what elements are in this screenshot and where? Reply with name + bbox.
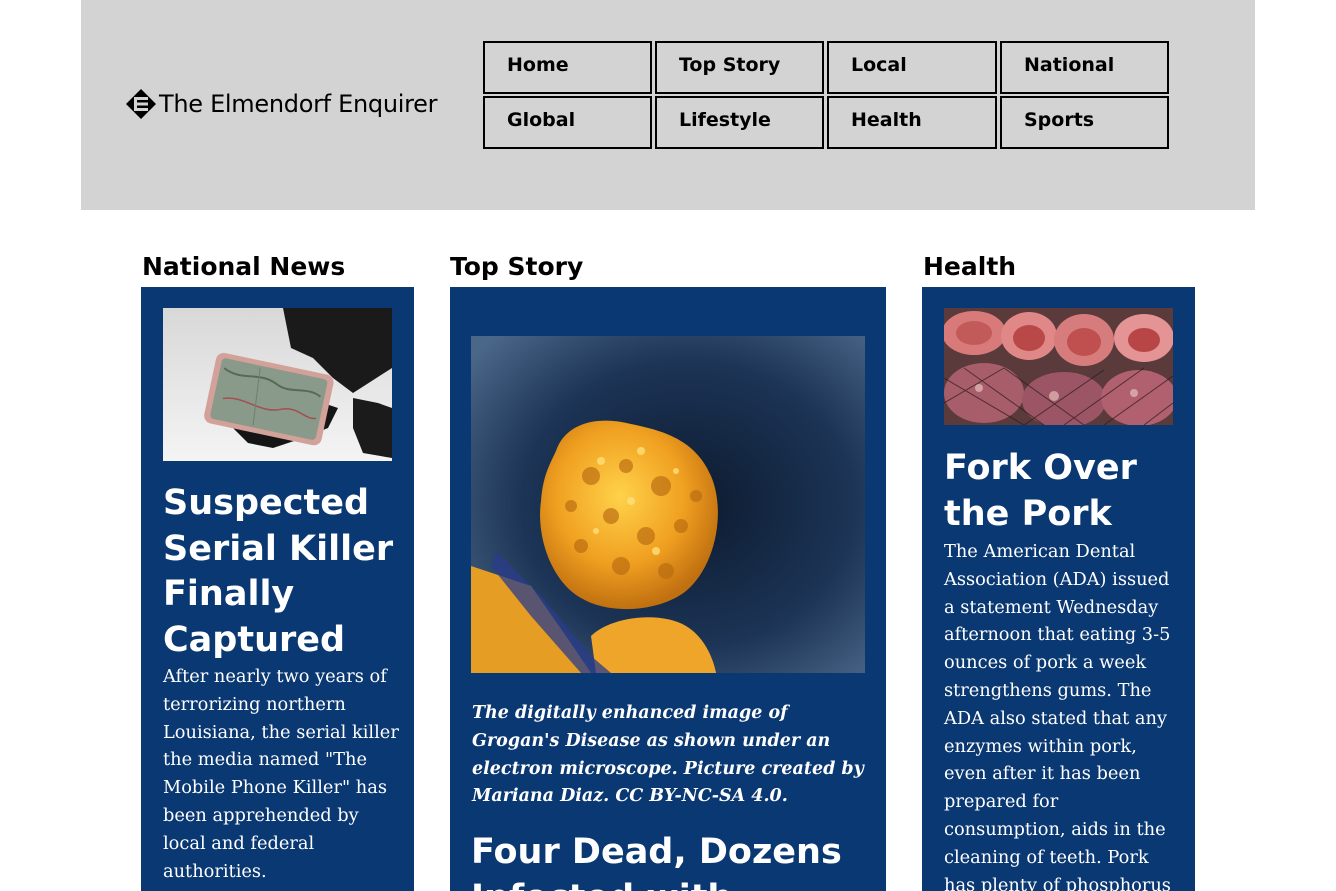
main-nav: Home Top Story Local National Global Lif… bbox=[483, 41, 1169, 149]
nav-sports-button[interactable]: Sports bbox=[1000, 96, 1169, 149]
health-section-title: Health bbox=[923, 252, 1017, 281]
site-title: The Elmendorf Enquirer bbox=[159, 90, 438, 118]
site-logo[interactable]: The Elmendorf Enquirer bbox=[125, 88, 437, 120]
health-card: Fork Over the Pork The American Dental A… bbox=[922, 287, 1195, 891]
top-story-headline[interactable]: Four Dead, Dozens Infected with bbox=[471, 829, 871, 891]
national-news-card: Suspected Serial Killer Finally Captured… bbox=[141, 287, 414, 891]
diamond-e-logo-icon bbox=[125, 88, 157, 120]
national-news-section-title: National News bbox=[142, 252, 346, 281]
nav-home-button[interactable]: Home bbox=[483, 41, 652, 94]
top-story-card: The digitally enhanced image of Grogan's… bbox=[450, 287, 886, 891]
national-news-headline[interactable]: Suspected Serial Killer Finally Captured bbox=[163, 481, 403, 663]
nav-lifestyle-button[interactable]: Lifestyle bbox=[655, 96, 824, 149]
pork-meat-image[interactable] bbox=[944, 308, 1173, 425]
top-story-image-caption: The digitally enhanced image of Grogan's… bbox=[472, 703, 864, 807]
national-news-body: After nearly two years of terrorizing no… bbox=[163, 666, 399, 882]
nav-global-button[interactable]: Global bbox=[483, 96, 652, 149]
site-header: The Elmendorf Enquirer Home Top Story Lo… bbox=[81, 0, 1255, 210]
page: The Elmendorf Enquirer Home Top Story Lo… bbox=[0, 0, 1336, 891]
health-headline[interactable]: Fork Over the Pork bbox=[944, 446, 1184, 537]
nav-national-button[interactable]: National bbox=[1000, 41, 1169, 94]
health-body: The American Dental Association (ADA) is… bbox=[944, 541, 1171, 891]
nav-top-story-button[interactable]: Top Story bbox=[655, 41, 824, 94]
nav-health-button[interactable]: Health bbox=[827, 96, 997, 149]
hand-holding-phone-image[interactable] bbox=[163, 308, 392, 461]
top-story-section-title: Top Story bbox=[450, 252, 584, 281]
nav-local-button[interactable]: Local bbox=[827, 41, 997, 94]
microscope-disease-image[interactable] bbox=[471, 336, 865, 673]
